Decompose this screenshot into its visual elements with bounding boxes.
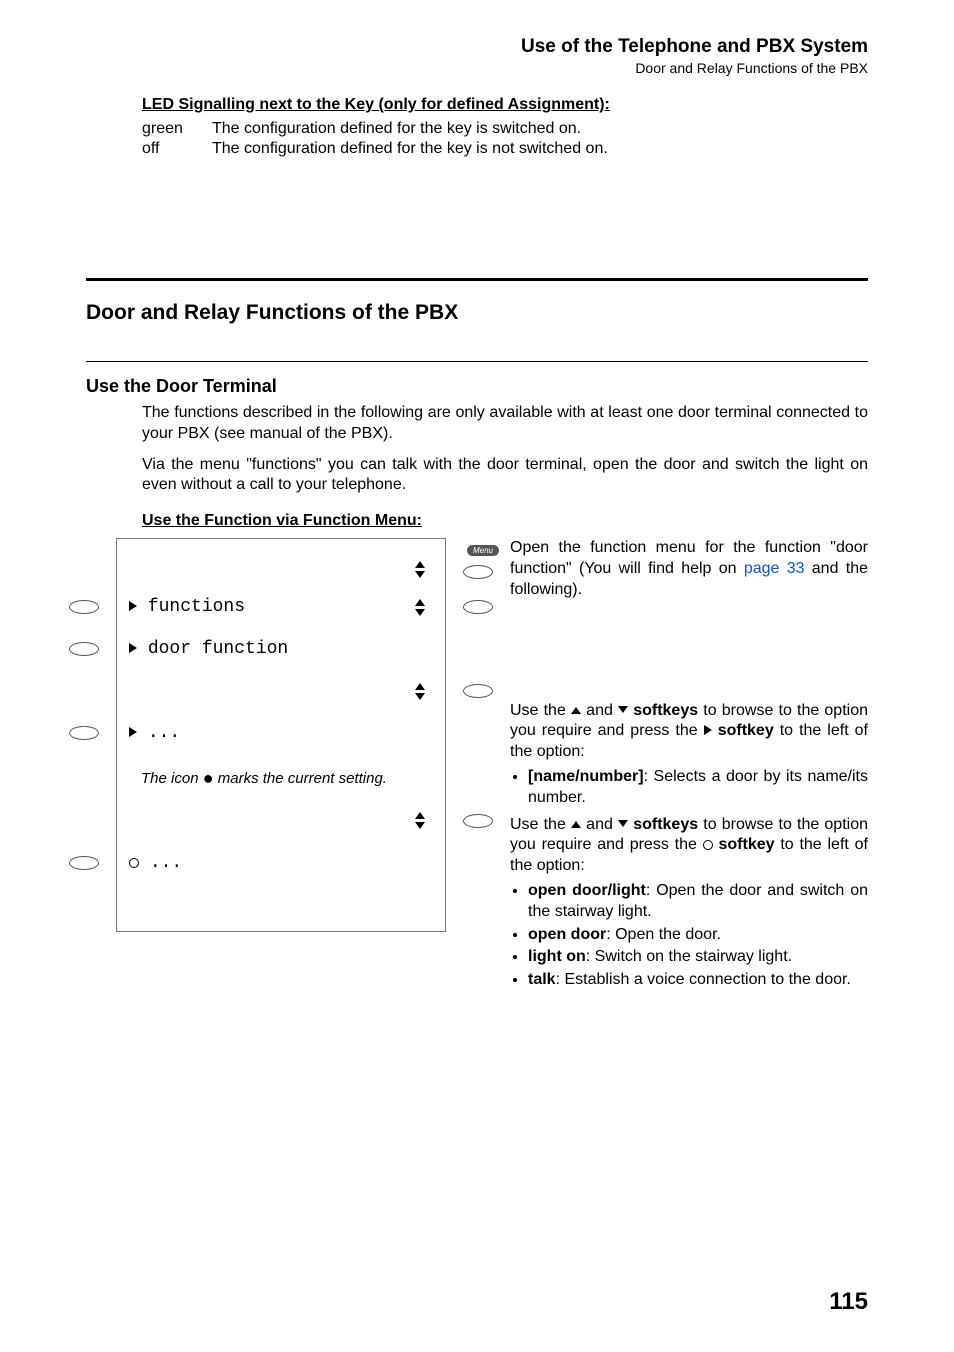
paragraph: The functions described in the following… <box>142 403 868 445</box>
led-row: green The configuration defined for the … <box>142 120 868 138</box>
instruction-text: Use the and softkeys to browse to the op… <box>510 701 868 763</box>
function-menu-heading: Use the Function via Function Menu: <box>142 512 868 530</box>
list-item: light on: Switch on the stairway light. <box>528 947 868 968</box>
section-divider <box>86 278 868 281</box>
list-item: [name/number]: Selects a door by its nam… <box>528 767 868 809</box>
page-link[interactable]: page 33 <box>744 560 805 577</box>
open-circle-icon <box>129 858 139 868</box>
list-item: talk: Establish a voice connection to th… <box>528 970 868 991</box>
list-item: open door/light: Open the door and switc… <box>528 881 868 923</box>
diagram-note: The icon ● marks the current setting. <box>141 767 421 790</box>
instruction-text: Open the function menu for the function … <box>510 538 868 600</box>
softkey-icon <box>463 814 493 828</box>
led-value: The configuration defined for the key is… <box>212 120 581 138</box>
caret-down-icon <box>618 706 628 713</box>
menu-badge: Menu <box>467 545 499 556</box>
softkey-icon <box>69 600 99 614</box>
open-circle-icon <box>703 840 713 850</box>
led-key: off <box>142 140 212 158</box>
header-subtitle: Door and Relay Functions of the PBX <box>86 60 868 76</box>
option-placeholder: ... <box>150 853 182 873</box>
softkey-icon <box>69 726 99 740</box>
list-item: open door: Open the door. <box>528 925 868 946</box>
device-diagram: Menu functions <box>86 538 486 997</box>
triangle-right-icon <box>129 643 137 653</box>
scroll-icon <box>415 599 425 616</box>
paragraph: Via the menu "functions" you can talk wi… <box>142 455 868 497</box>
scroll-icon <box>415 683 425 700</box>
menu-item-functions: functions <box>148 597 245 617</box>
instructions-column: Open the function menu for the function … <box>486 538 868 997</box>
instruction-text: Use the and softkeys to browse to the op… <box>510 815 868 877</box>
led-heading: LED Signalling next to the Key (only for… <box>142 96 868 114</box>
subsection-heading: Use the Door Terminal <box>86 376 868 397</box>
triangle-right-icon <box>704 725 712 735</box>
page-number: 115 <box>829 1288 868 1316</box>
led-row: off The configuration defined for the ke… <box>142 140 868 158</box>
softkey-icon <box>69 642 99 656</box>
caret-up-icon <box>571 707 581 714</box>
caret-up-icon <box>571 821 581 828</box>
softkey-icon <box>69 856 99 870</box>
led-key: green <box>142 120 212 138</box>
caret-down-icon <box>618 820 628 827</box>
triangle-right-icon <box>129 727 137 737</box>
triangle-right-icon <box>129 601 137 611</box>
subsection-divider <box>86 361 868 362</box>
scroll-icon <box>415 812 425 829</box>
led-value: The configuration defined for the key is… <box>212 140 608 158</box>
header-title: Use of the Telephone and PBX System <box>86 36 868 58</box>
scroll-icon <box>415 561 425 578</box>
filled-dot-icon: ● <box>203 768 214 788</box>
led-table: green The configuration defined for the … <box>142 120 868 158</box>
option-placeholder: ... <box>148 723 180 743</box>
menu-item-door-function: door function <box>148 639 288 659</box>
section-heading: Door and Relay Functions of the PBX <box>86 301 868 325</box>
